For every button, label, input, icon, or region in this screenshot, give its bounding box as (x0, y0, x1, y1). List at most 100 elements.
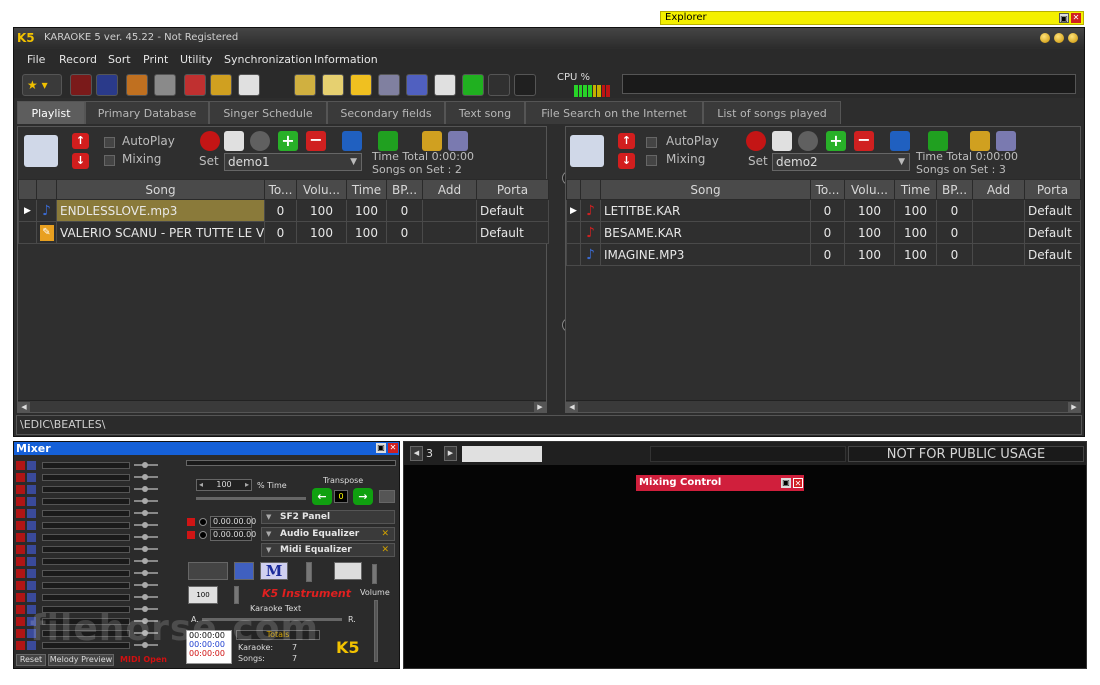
remove-icon[interactable]: − (854, 131, 874, 151)
mixer-channel[interactable] (16, 532, 181, 543)
col-add[interactable]: Add (422, 179, 477, 200)
pause-icon[interactable] (514, 74, 536, 96)
menu-utility[interactable]: Utility (180, 53, 212, 66)
tab-text-song[interactable]: Text song (445, 101, 525, 124)
mixer-channel[interactable] (16, 496, 181, 507)
monitor-icon[interactable] (406, 74, 428, 96)
volume-slider[interactable] (374, 600, 378, 662)
scroll-left-icon[interactable]: ◀ (18, 402, 30, 412)
mixer-channel[interactable] (16, 484, 181, 495)
mixing-checkbox[interactable] (646, 155, 657, 166)
list-edit-icon[interactable] (224, 131, 244, 151)
melody-preview-button[interactable]: Melody Preview (48, 654, 114, 666)
mixer-channel[interactable] (16, 472, 181, 483)
menu-record[interactable]: Record (59, 53, 97, 66)
menu-file[interactable]: File (27, 53, 45, 66)
singer-icon[interactable] (24, 135, 58, 167)
col-time[interactable]: Time (346, 179, 387, 200)
sf2-panel-section[interactable]: ▼ SF2 Panel (261, 510, 395, 524)
menu-print[interactable]: Print (143, 53, 168, 66)
folder-icon[interactable] (210, 74, 232, 96)
table-row[interactable]: ✎ VALERIO SCANU - PER TUTTE LE VOLTE 0 1… (18, 221, 549, 244)
reset-transpose-icon[interactable] (379, 490, 395, 503)
table-row[interactable]: ▶ ♪ LETITBE.KAR 0 100 100 0 Default (566, 199, 1081, 222)
mixer-channel[interactable] (16, 520, 181, 531)
tab-playlist[interactable]: Playlist (17, 101, 85, 124)
move-down-button[interactable]: ↓ (72, 153, 89, 169)
mail-icon[interactable] (350, 74, 372, 96)
explorer-bar[interactable]: Explorer ▣ ✕ (660, 11, 1084, 25)
remove-icon[interactable]: − (306, 131, 326, 151)
position-slider[interactable] (186, 460, 396, 466)
tempo-gauge[interactable]: 100 (188, 586, 218, 604)
export-icon[interactable] (448, 131, 468, 151)
lock-icon[interactable] (238, 74, 260, 96)
export-icon[interactable] (996, 131, 1016, 151)
increase-icon[interactable]: ▸ (245, 480, 249, 490)
tab-songs-played[interactable]: List of songs played (703, 101, 841, 124)
tab-file-search[interactable]: File Search on the Internet (525, 101, 703, 124)
restore-icon[interactable]: ▣ (376, 443, 386, 453)
tab-secondary-fields[interactable]: Secondary fields (327, 101, 445, 124)
mixing-control-window[interactable]: Mixing Control ▣ ✕ (636, 475, 804, 491)
col-to[interactable]: To... (264, 179, 297, 200)
stop-indicator-icon[interactable] (199, 518, 207, 526)
screen-icon[interactable] (378, 74, 400, 96)
table-row[interactable]: ♪ BESAME.KAR 0 100 100 0 Default (566, 221, 1081, 244)
save-icon[interactable] (342, 131, 362, 151)
page-slider[interactable] (462, 446, 542, 462)
col-volume[interactable]: Volu... (296, 179, 347, 200)
midi-equalizer-section[interactable]: ▼ Midi Equalizer ✕ (261, 543, 395, 557)
close-icon[interactable]: ✕ (381, 544, 389, 556)
record-icon[interactable] (746, 131, 766, 151)
close-icon[interactable]: ✕ (793, 478, 803, 488)
left-horizontal-scrollbar[interactable]: ◀ ▶ (18, 400, 546, 412)
col-to[interactable]: To... (810, 179, 845, 200)
mixer-channel[interactable] (16, 580, 181, 591)
scroll-right-icon[interactable]: ▶ (534, 402, 546, 412)
no-entry-icon[interactable] (434, 74, 456, 96)
mixing-checkbox[interactable] (104, 155, 115, 166)
waveform-icon[interactable] (334, 562, 362, 580)
tab-primary-database[interactable]: Primary Database (85, 101, 209, 124)
col-porta[interactable]: Porta (1024, 179, 1081, 200)
table-row[interactable]: ▶ ♪ ENDLESSLOVE.mp3 0 100 100 0 Default (18, 199, 549, 222)
calendar-icon[interactable] (294, 74, 316, 96)
record-indicator-icon[interactable] (187, 531, 195, 539)
scroll-left-icon[interactable]: ◀ (566, 402, 578, 412)
vertical-slider[interactable] (372, 564, 377, 584)
col-add[interactable]: Add (972, 179, 1025, 200)
tab-singer-schedule[interactable]: Singer Schedule (209, 101, 327, 124)
col-song[interactable]: Song (600, 179, 811, 200)
autoplay-checkbox[interactable] (646, 137, 657, 148)
close-icon[interactable]: ✕ (381, 528, 389, 540)
col-time[interactable]: Time (894, 179, 937, 200)
time-slider[interactable] (196, 497, 306, 500)
m-icon[interactable]: M (260, 562, 288, 580)
transpose-down-button[interactable]: ← (312, 488, 332, 505)
mixer-channel[interactable] (16, 556, 181, 567)
add-icon[interactable]: + (278, 131, 298, 151)
film-icon[interactable] (154, 74, 176, 96)
decrease-icon[interactable]: ◂ (199, 480, 203, 490)
mixer-channel[interactable] (16, 592, 181, 603)
globe-dropdown[interactable] (188, 562, 228, 580)
play-icon[interactable] (462, 74, 484, 96)
chart-icon[interactable] (234, 562, 254, 580)
mixer-channel[interactable] (16, 460, 181, 471)
menu-synchronization[interactable]: Synchronization (224, 53, 312, 66)
move-down-button[interactable]: ↓ (618, 153, 635, 169)
edit-icon[interactable] (126, 74, 148, 96)
minimize-icon[interactable] (1040, 33, 1050, 43)
close-icon[interactable]: ✕ (388, 443, 398, 453)
folder-icon[interactable] (422, 131, 442, 151)
singer-icon[interactable] (570, 135, 604, 167)
record-icon[interactable] (200, 131, 220, 151)
maximize-icon[interactable] (1054, 33, 1064, 43)
menu-information[interactable]: Information (314, 53, 378, 66)
set-select[interactable]: demo1 ▼ (224, 153, 362, 171)
mixer-channel[interactable] (16, 568, 181, 579)
move-up-button[interactable]: ↑ (72, 133, 89, 149)
restore-icon[interactable]: ▣ (781, 478, 791, 488)
add-icon[interactable]: + (826, 131, 846, 151)
